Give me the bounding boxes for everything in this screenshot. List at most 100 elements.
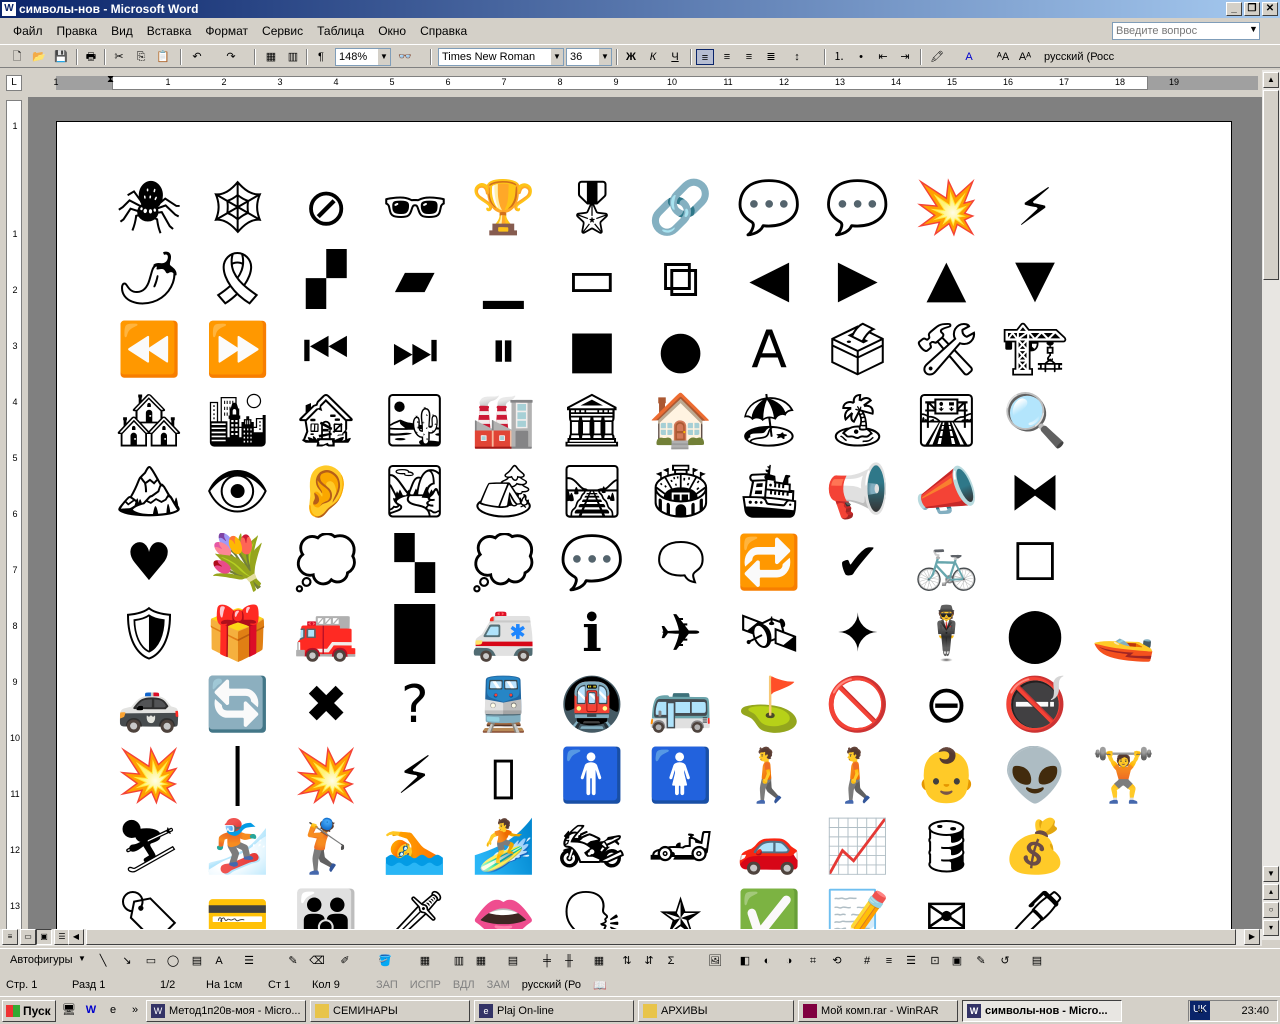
- merge-cells-icon[interactable]: ▥: [450, 953, 468, 969]
- shrink-font-icon[interactable]: Aᴬ: [1016, 49, 1034, 65]
- taskbar-item-winrar[interactable]: Мой комп.rar - WinRAR: [798, 1000, 958, 1022]
- line-color-icon[interactable]: ✐: [336, 953, 354, 969]
- taskbar-item-simvoly[interactable]: Wсимволы-нов - Micro...: [962, 1000, 1122, 1022]
- textbox-tool-icon[interactable]: ▤: [188, 953, 206, 969]
- transparent-color-icon[interactable]: ✎: [972, 953, 990, 969]
- highlight-icon[interactable]: 🖍: [928, 49, 946, 65]
- restore-button[interactable]: ❐: [1244, 2, 1260, 16]
- line-style-icon[interactable]: ☰: [240, 953, 258, 969]
- size-dropdown-icon[interactable]: ▼: [599, 49, 611, 65]
- brightness-icon[interactable]: ◑: [780, 953, 798, 969]
- line-spacing-icon[interactable]: ↕: [788, 49, 806, 65]
- align-right-icon[interactable]: ≡: [740, 49, 758, 65]
- web-view-icon[interactable]: ▭: [20, 929, 36, 945]
- text-wrap-icon[interactable]: ▤: [1028, 953, 1046, 969]
- increase-indent-icon[interactable]: ⇥: [896, 49, 914, 65]
- menu-view[interactable]: Вид: [104, 24, 140, 38]
- table-icon[interactable]: ▦: [262, 49, 280, 65]
- font-select[interactable]: Times New Roman ▼: [438, 48, 564, 66]
- font-size-select[interactable]: 36 ▼: [566, 48, 612, 66]
- tray-arrow-icon[interactable]: «: [1197, 1001, 1203, 1021]
- scroll-up-icon[interactable]: ▲: [1263, 72, 1279, 88]
- font-color-icon[interactable]: A: [960, 49, 978, 65]
- cut-icon[interactable]: ✂: [110, 49, 128, 65]
- menu-window[interactable]: Окно: [371, 24, 413, 38]
- pilcrow-icon[interactable]: ¶: [312, 49, 330, 65]
- grow-font-icon[interactable]: ᴬA: [994, 49, 1012, 65]
- menu-file[interactable]: Файл: [6, 24, 50, 38]
- fill-color-icon[interactable]: 🪣: [376, 953, 394, 969]
- menu-edit[interactable]: Правка: [50, 24, 105, 38]
- pencil-icon[interactable]: ✎: [284, 953, 302, 969]
- picture-icon[interactable]: 🖼: [706, 953, 724, 969]
- paste-icon[interactable]: 📋: [154, 49, 172, 65]
- align-left-icon[interactable]: ≡: [696, 49, 714, 65]
- vertical-ruler[interactable]: 1 1 2 3 4 5 6 7 8 9 10 11 12 13: [6, 100, 22, 930]
- menu-table[interactable]: Таблица: [310, 24, 371, 38]
- underline-button[interactable]: Ч: [666, 49, 684, 65]
- decrease-indent-icon[interactable]: ⇤: [874, 49, 892, 65]
- quicklaunch-more-icon[interactable]: »: [126, 1002, 144, 1018]
- document-page[interactable]: 🕷 🕸 ⊘ 🕶 🏆 🎖 🔗 💬 💬 💥 ⚡ 🌶 🎗 ▞ ▰ ▁ ▭ ⧉ ◀ ▶ ▲ ▼ ⏪ ⏩ ⏮ ⏭ ⏸ ■ ● A 🗳 🛠 🏗 🏘 🏙 🏚 🏜 🏭 🏛 🏠…: [56, 121, 1232, 929]
- status-ovr[interactable]: ЗАМ: [481, 979, 516, 991]
- quicklaunch-desktop-icon[interactable]: 🖥: [60, 1002, 78, 1018]
- browse-object-icon[interactable]: ○: [1263, 902, 1279, 918]
- close-button[interactable]: ✕: [1262, 2, 1278, 16]
- new-doc-icon[interactable]: 🗋: [8, 49, 26, 65]
- justify-icon[interactable]: ≣: [762, 49, 780, 65]
- ask-question-input[interactable]: Введите вопрос: [1112, 22, 1260, 40]
- split-cells-icon[interactable]: ▦: [472, 953, 490, 969]
- quicklaunch-word-icon[interactable]: W: [82, 1002, 100, 1018]
- language-select[interactable]: русский (Росс: [1040, 48, 1130, 66]
- wordart-icon[interactable]: A: [210, 953, 228, 969]
- read-icon[interactable]: 👓: [396, 49, 414, 65]
- numbering-icon[interactable]: ⒈: [830, 49, 848, 65]
- format-picture-icon[interactable]: ▣: [948, 953, 966, 969]
- zoom-dropdown-icon[interactable]: ▼: [378, 49, 390, 65]
- taskbar-item-plaj[interactable]: e Plaj On-line: [474, 1000, 634, 1022]
- distribute-rows-icon[interactable]: ╪: [538, 953, 556, 969]
- align-center-icon[interactable]: ≡: [718, 49, 736, 65]
- autoshapes-menu[interactable]: Автофигуры: [10, 954, 73, 966]
- start-button[interactable]: Пуск: [2, 1000, 56, 1022]
- scroll-left-icon[interactable]: ◀: [68, 929, 84, 945]
- taskbar-item-seminary[interactable]: СЕМИНАРЫ: [310, 1000, 470, 1022]
- copy-icon[interactable]: ⎘: [132, 49, 150, 65]
- print-icon[interactable]: 🖶: [82, 49, 100, 65]
- sum-icon[interactable]: Σ: [662, 953, 680, 969]
- bullets-icon[interactable]: •: [852, 49, 870, 65]
- table-insert-icon[interactable]: ▦: [416, 953, 434, 969]
- vertical-scrollbar[interactable]: ▲ ▼ ▴ ○ ▾: [1262, 70, 1280, 940]
- status-trk[interactable]: ИСПР: [404, 979, 447, 991]
- contrast-icon[interactable]: ◐: [758, 953, 776, 969]
- taskbar-item-arhivy[interactable]: АРХИВЫ: [638, 1000, 794, 1022]
- lines-icon[interactable]: ☰: [902, 953, 920, 969]
- sort-desc-icon[interactable]: ⇵: [640, 953, 658, 969]
- eraser-icon[interactable]: ⌫: [308, 953, 326, 969]
- menu-insert[interactable]: Вставка: [140, 24, 199, 38]
- zoom-select[interactable]: 148% ▼: [335, 48, 391, 66]
- spelling-status-icon[interactable]: 📖: [587, 979, 613, 992]
- quicklaunch-ie-icon[interactable]: e: [104, 1002, 122, 1018]
- next-page-icon[interactable]: ▾: [1263, 920, 1279, 936]
- menu-help[interactable]: Справка: [413, 24, 474, 38]
- autoformat-icon[interactable]: ▦: [590, 953, 608, 969]
- undo-icon[interactable]: ↶: [188, 49, 206, 65]
- columns-icon[interactable]: ▥: [284, 49, 302, 65]
- word-app-icon[interactable]: W: [2, 2, 16, 16]
- rotate-icon[interactable]: ⟲: [828, 953, 846, 969]
- rectangle-tool-icon[interactable]: ▭: [142, 953, 160, 969]
- distribute-cols-icon[interactable]: ╫: [560, 953, 578, 969]
- minimize-button[interactable]: _: [1226, 2, 1242, 16]
- scroll-right-icon[interactable]: ▶: [1244, 929, 1260, 945]
- ask-dropdown-icon[interactable]: ▼: [1249, 24, 1258, 34]
- horizontal-scrollbar[interactable]: ≡ ▭ ▣ ☰ ◀ ▶: [0, 929, 1262, 946]
- hscroll-thumb[interactable]: [86, 929, 1236, 945]
- status-rec[interactable]: ЗАП: [370, 979, 404, 991]
- oval-tool-icon[interactable]: ◯: [164, 953, 182, 969]
- normal-view-icon[interactable]: ≡: [2, 929, 18, 945]
- crop-icon[interactable]: ⌗: [804, 953, 822, 969]
- font-dropdown-icon[interactable]: ▼: [551, 49, 563, 65]
- document-area[interactable]: 🕷 🕸 ⊘ 🕶 🏆 🎖 🔗 💬 💬 💥 ⚡ 🌶 🎗 ▞ ▰ ▁ ▭ ⧉ ◀ ▶ ▲ ▼ ⏪ ⏩ ⏮ ⏭ ⏸ ■ ● A 🗳 🛠 🏗 🏘 🏙 🏚 🏜 🏭 🏛 🏠…: [28, 97, 1262, 929]
- indent-marker-icon[interactable]: ⧗: [107, 74, 114, 85]
